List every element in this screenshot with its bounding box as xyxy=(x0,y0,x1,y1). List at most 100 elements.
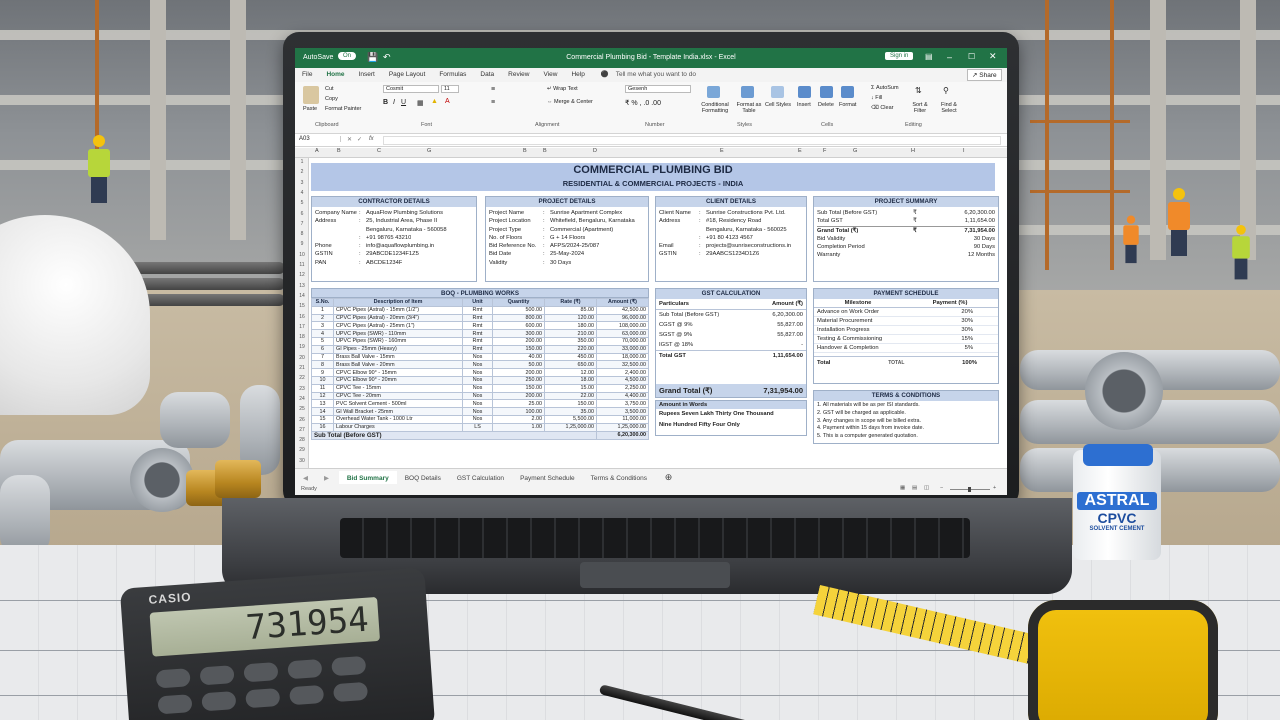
row-number[interactable]: 28 xyxy=(295,437,309,443)
row-number[interactable]: 21 xyxy=(295,365,309,371)
column-header[interactable]: G xyxy=(853,148,857,154)
row-number[interactable]: 18 xyxy=(295,334,309,340)
tab-file[interactable]: File xyxy=(295,68,319,82)
find-icon[interactable]: ⚲ xyxy=(943,86,949,95)
row-number[interactable]: 19 xyxy=(295,344,309,350)
row-number[interactable]: 12 xyxy=(295,272,309,278)
tab-review[interactable]: Review xyxy=(501,68,536,82)
sort-filter-icon[interactable]: ⇅ xyxy=(915,86,922,95)
row-number[interactable]: 17 xyxy=(295,324,309,330)
autosum-button[interactable]: Σ AutoSum xyxy=(871,85,899,91)
column-header[interactable]: F xyxy=(823,148,826,154)
calculator-key[interactable] xyxy=(245,687,281,709)
formula-cancel-icon[interactable]: ✕ xyxy=(347,136,352,143)
cell-styles-label[interactable]: Cell Styles xyxy=(765,102,791,108)
row-number[interactable]: 22 xyxy=(295,375,309,381)
tab-insert[interactable]: Insert xyxy=(352,68,382,82)
view-page-break-icon[interactable]: ◫ xyxy=(924,485,929,491)
column-header[interactable]: B xyxy=(337,148,341,154)
tab-view[interactable]: View xyxy=(536,68,564,82)
row-number[interactable]: 6 xyxy=(295,211,309,217)
row-number[interactable]: 26 xyxy=(295,417,309,423)
add-sheet-icon[interactable]: ⊕ xyxy=(657,469,681,485)
row-number[interactable]: 25 xyxy=(295,406,309,412)
view-page-layout-icon[interactable]: ▤ xyxy=(912,485,917,491)
name-box[interactable]: A03 xyxy=(297,136,341,142)
tell-me-search[interactable]: Tell me what you want to do xyxy=(616,71,696,78)
underline-icon[interactable]: U xyxy=(401,99,406,106)
borders-icon[interactable]: ▦ xyxy=(417,99,424,107)
share-button[interactable]: ↗ Share xyxy=(967,69,1002,81)
calculator-key[interactable] xyxy=(199,665,235,686)
merge-center-button[interactable]: ⇔ Merge & Center xyxy=(547,99,593,105)
italic-icon[interactable]: I xyxy=(393,99,395,106)
conditional-formatting-label[interactable]: Conditional Formatting xyxy=(699,102,731,114)
column-header[interactable]: B xyxy=(543,148,547,154)
number-format-icons[interactable]: ₹ % , .0 .00 xyxy=(625,99,661,107)
calculator-key[interactable] xyxy=(289,684,325,706)
fill-button[interactable]: ↓ Fill xyxy=(871,95,882,101)
row-number[interactable]: 11 xyxy=(295,262,309,268)
calculator-key[interactable] xyxy=(155,668,191,689)
formula-input[interactable] xyxy=(383,136,1001,145)
row-number[interactable]: 27 xyxy=(295,427,309,433)
format-as-table-label[interactable]: Format as Table xyxy=(735,102,763,114)
row-number[interactable]: 8 xyxy=(295,231,309,237)
insert-cells-label[interactable]: Insert xyxy=(797,102,811,108)
calculator-key[interactable] xyxy=(157,694,193,715)
row-number[interactable]: 24 xyxy=(295,396,309,402)
calculator-key[interactable] xyxy=(243,662,279,683)
column-header[interactable]: D xyxy=(593,148,597,154)
row-number[interactable]: 1 xyxy=(295,159,309,165)
format-cells-label[interactable]: Format xyxy=(839,102,856,108)
delete-cells-label[interactable]: Delete xyxy=(818,102,834,108)
row-number[interactable]: 20 xyxy=(295,355,309,361)
column-header[interactable]: A xyxy=(315,148,319,154)
format-cells-icon[interactable] xyxy=(841,86,854,98)
fill-color-icon[interactable]: ▲ xyxy=(431,98,438,105)
row-number[interactable]: 5 xyxy=(295,200,309,206)
row-number[interactable]: 4 xyxy=(295,190,309,196)
tab-page-layout[interactable]: Page Layout xyxy=(382,68,433,82)
zoom-slider-thumb[interactable] xyxy=(968,487,971,492)
row-number[interactable]: 16 xyxy=(295,314,309,320)
cell-styles-icon[interactable] xyxy=(771,86,784,98)
zoom-in-icon[interactable]: + xyxy=(993,485,996,491)
font-name-select[interactable]: Cosmit xyxy=(383,85,439,93)
paste-icon[interactable] xyxy=(303,86,319,104)
paste-label[interactable]: Paste xyxy=(303,106,317,112)
calculator-key[interactable] xyxy=(287,658,323,680)
align-left-icon[interactable]: ≡ xyxy=(491,99,495,106)
row-number[interactable]: 7 xyxy=(295,221,309,227)
insert-cells-icon[interactable] xyxy=(798,86,811,98)
row-number[interactable]: 9 xyxy=(295,241,309,247)
row-number[interactable]: 14 xyxy=(295,293,309,299)
clear-button[interactable]: ⌫ Clear xyxy=(871,105,893,111)
bold-icon[interactable]: B xyxy=(383,99,388,106)
row-number[interactable]: 2 xyxy=(295,169,309,175)
sign-in-button[interactable]: Sign in xyxy=(885,52,914,60)
format-painter-button[interactable]: Format Painter xyxy=(325,106,361,112)
row-number[interactable]: 15 xyxy=(295,303,309,309)
font-size-select[interactable]: 11 xyxy=(441,85,459,93)
font-color-icon[interactable]: A xyxy=(445,98,450,105)
ribbon-display-icon[interactable]: ▤ xyxy=(925,52,933,61)
copy-button[interactable]: Copy xyxy=(325,96,338,102)
calculator-key[interactable] xyxy=(332,681,369,703)
wrap-text-button[interactable]: ↵ Wrap Text xyxy=(547,86,578,92)
cut-button[interactable]: Cut xyxy=(325,86,334,92)
column-header[interactable]: I xyxy=(963,148,965,154)
find-select-label[interactable]: Find & Select xyxy=(936,102,962,114)
maximize-icon[interactable]: ☐ xyxy=(968,52,975,61)
column-header[interactable]: C xyxy=(377,148,381,154)
tab-help[interactable]: Help xyxy=(564,68,591,82)
close-icon[interactable]: ✕ xyxy=(989,51,997,62)
minimize-icon[interactable]: – xyxy=(947,52,952,62)
row-number[interactable]: 10 xyxy=(295,252,309,258)
row-number[interactable]: 3 xyxy=(295,180,309,186)
view-normal-icon[interactable]: ▦ xyxy=(900,485,905,491)
tab-data[interactable]: Data xyxy=(473,68,501,82)
row-number[interactable]: 13 xyxy=(295,283,309,289)
format-as-table-icon[interactable] xyxy=(741,86,754,98)
tab-formulas[interactable]: Formulas xyxy=(432,68,473,82)
